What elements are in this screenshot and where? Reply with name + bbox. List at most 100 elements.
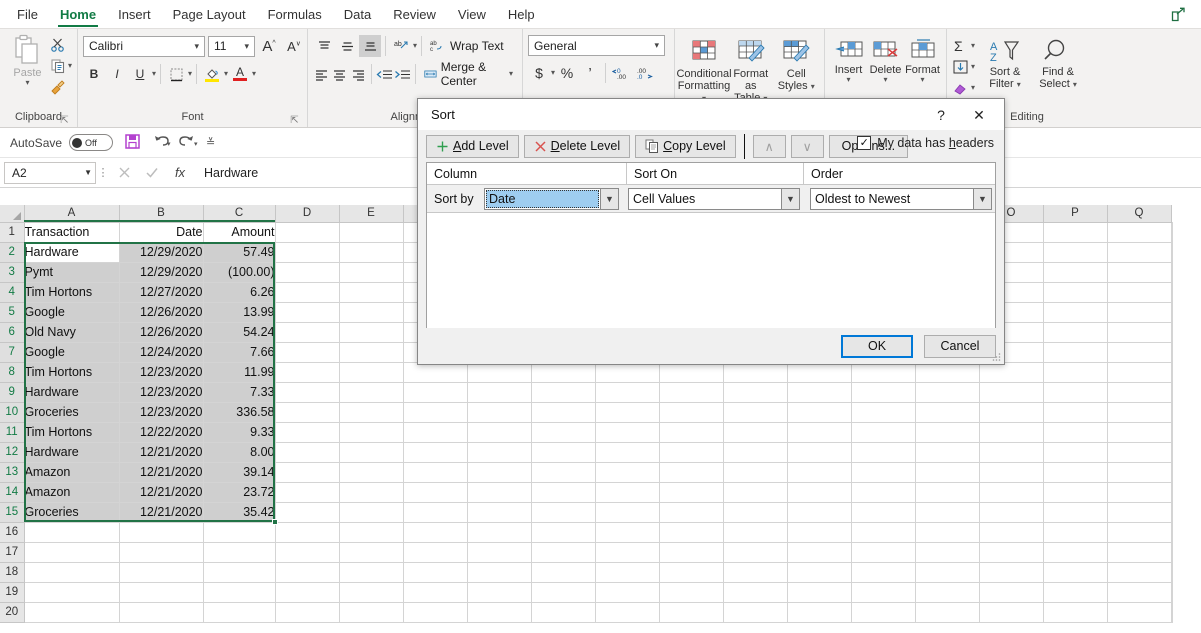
- cell-empty[interactable]: [659, 442, 724, 463]
- cell-empty[interactable]: [979, 442, 1044, 463]
- cell-empty[interactable]: [915, 462, 980, 483]
- cell-empty[interactable]: [1043, 262, 1108, 283]
- align-top-button[interactable]: [313, 35, 335, 57]
- cell-empty[interactable]: [275, 422, 340, 443]
- cell-empty[interactable]: [275, 242, 340, 263]
- cell-C11[interactable]: 9.33: [203, 422, 276, 443]
- delete-level-button[interactable]: Delete Level: [523, 134, 631, 158]
- tab-file[interactable]: File: [6, 3, 49, 28]
- decrease-font-size-button[interactable]: A∨: [283, 35, 305, 57]
- cell-empty[interactable]: [1171, 322, 1173, 343]
- cell-empty[interactable]: [467, 362, 532, 383]
- add-level-button[interactable]: Add Level: [426, 134, 519, 158]
- row-header-1[interactable]: 1: [0, 222, 25, 243]
- tab-insert[interactable]: Insert: [107, 3, 162, 28]
- table-row[interactable]: 20: [0, 602, 1173, 623]
- cell-empty[interactable]: [467, 562, 532, 583]
- row-header-2[interactable]: 2: [0, 242, 25, 263]
- cell-empty[interactable]: [595, 502, 660, 523]
- cell-empty[interactable]: [659, 462, 724, 483]
- close-button[interactable]: ✕: [962, 102, 996, 128]
- cell-A8[interactable]: Tim Hortons: [24, 362, 120, 383]
- cell-empty[interactable]: [275, 262, 340, 283]
- cell-empty[interactable]: [467, 382, 532, 403]
- cell-empty[interactable]: [339, 402, 404, 423]
- cut-button[interactable]: [50, 35, 72, 55]
- cell-empty[interactable]: [851, 522, 916, 543]
- cell-empty[interactable]: [275, 282, 340, 303]
- cell-empty[interactable]: [979, 462, 1044, 483]
- cell-empty[interactable]: [915, 602, 980, 623]
- format-chevron-icon[interactable]: ▾: [920, 76, 924, 84]
- orientation-chevron-icon[interactable]: ▾: [413, 42, 417, 50]
- increase-font-size-button[interactable]: A^: [258, 35, 280, 57]
- cell-empty[interactable]: [1107, 482, 1172, 503]
- cell-empty[interactable]: [1043, 362, 1108, 383]
- cell-empty[interactable]: [467, 522, 532, 543]
- cell-empty[interactable]: [531, 422, 596, 443]
- cell-empty[interactable]: [339, 422, 404, 443]
- cell-empty[interactable]: [467, 482, 532, 503]
- ok-button[interactable]: OK: [841, 334, 913, 358]
- cell-C8[interactable]: 11.99: [203, 362, 276, 383]
- cell-C16[interactable]: [203, 522, 276, 543]
- cell-empty[interactable]: [275, 522, 340, 543]
- cell-empty[interactable]: [915, 582, 980, 603]
- sort-dialog-titlebar[interactable]: Sort ? ✕: [418, 99, 1004, 130]
- cell-empty[interactable]: [339, 522, 404, 543]
- tab-help[interactable]: Help: [497, 3, 546, 28]
- cell-empty[interactable]: [275, 602, 340, 623]
- cell-empty[interactable]: [595, 542, 660, 563]
- cell-empty[interactable]: [1043, 582, 1108, 603]
- cell-empty[interactable]: [1043, 602, 1108, 623]
- cell-empty[interactable]: [275, 402, 340, 423]
- cell-empty[interactable]: [595, 562, 660, 583]
- name-box[interactable]: A2 ▼: [4, 161, 96, 184]
- cell-empty[interactable]: [723, 442, 788, 463]
- cell-B9[interactable]: 12/23/2020: [119, 382, 204, 403]
- cell-empty[interactable]: [275, 562, 340, 583]
- cell-empty[interactable]: [1107, 582, 1172, 603]
- delete-cells-button[interactable]: Delete ▾: [867, 34, 904, 84]
- cell-empty[interactable]: [979, 562, 1044, 583]
- chevron-down-icon[interactable]: ▼: [973, 188, 991, 209]
- cell-empty[interactable]: [403, 502, 468, 523]
- cell-empty[interactable]: [467, 422, 532, 443]
- cell-A17[interactable]: [24, 542, 120, 563]
- cell-empty[interactable]: [723, 482, 788, 503]
- cell-empty[interactable]: [1107, 222, 1172, 243]
- cell-empty[interactable]: [1107, 402, 1172, 423]
- cell-empty[interactable]: [531, 382, 596, 403]
- cell-empty[interactable]: [979, 582, 1044, 603]
- cell-empty[interactable]: [851, 562, 916, 583]
- cell-empty[interactable]: [787, 462, 852, 483]
- cell-A9[interactable]: Hardware: [24, 382, 120, 403]
- cell-empty[interactable]: [403, 362, 468, 383]
- cell-empty[interactable]: [723, 582, 788, 603]
- row-header-10[interactable]: 10: [0, 402, 25, 423]
- number-format-combo[interactable]: General ▾: [528, 35, 665, 56]
- cell-empty[interactable]: [787, 502, 852, 523]
- cell-empty[interactable]: [1107, 362, 1172, 383]
- row-header-11[interactable]: 11: [0, 422, 25, 443]
- cell-empty[interactable]: [787, 442, 852, 463]
- cell-empty[interactable]: [531, 502, 596, 523]
- cell-empty[interactable]: [1171, 502, 1173, 523]
- row-header-13[interactable]: 13: [0, 462, 25, 483]
- cell-empty[interactable]: [1171, 382, 1173, 403]
- cell-empty[interactable]: [531, 402, 596, 423]
- cell-B16[interactable]: [119, 522, 204, 543]
- cell-C2[interactable]: 57.49: [203, 242, 276, 263]
- cell-empty[interactable]: [1043, 342, 1108, 363]
- insert-cells-button[interactable]: Insert ▾: [830, 34, 867, 84]
- cell-empty[interactable]: [595, 522, 660, 543]
- cell-empty[interactable]: [1043, 502, 1108, 523]
- column-header-p[interactable]: P: [1043, 205, 1108, 223]
- cell-C15[interactable]: 35.42: [203, 502, 276, 523]
- font-color-chevron-icon[interactable]: ▾: [252, 70, 256, 78]
- cell-empty[interactable]: [915, 562, 980, 583]
- cell-empty[interactable]: [467, 462, 532, 483]
- cell-empty[interactable]: [595, 402, 660, 423]
- cell-empty[interactable]: [467, 542, 532, 563]
- save-button[interactable]: [124, 133, 141, 153]
